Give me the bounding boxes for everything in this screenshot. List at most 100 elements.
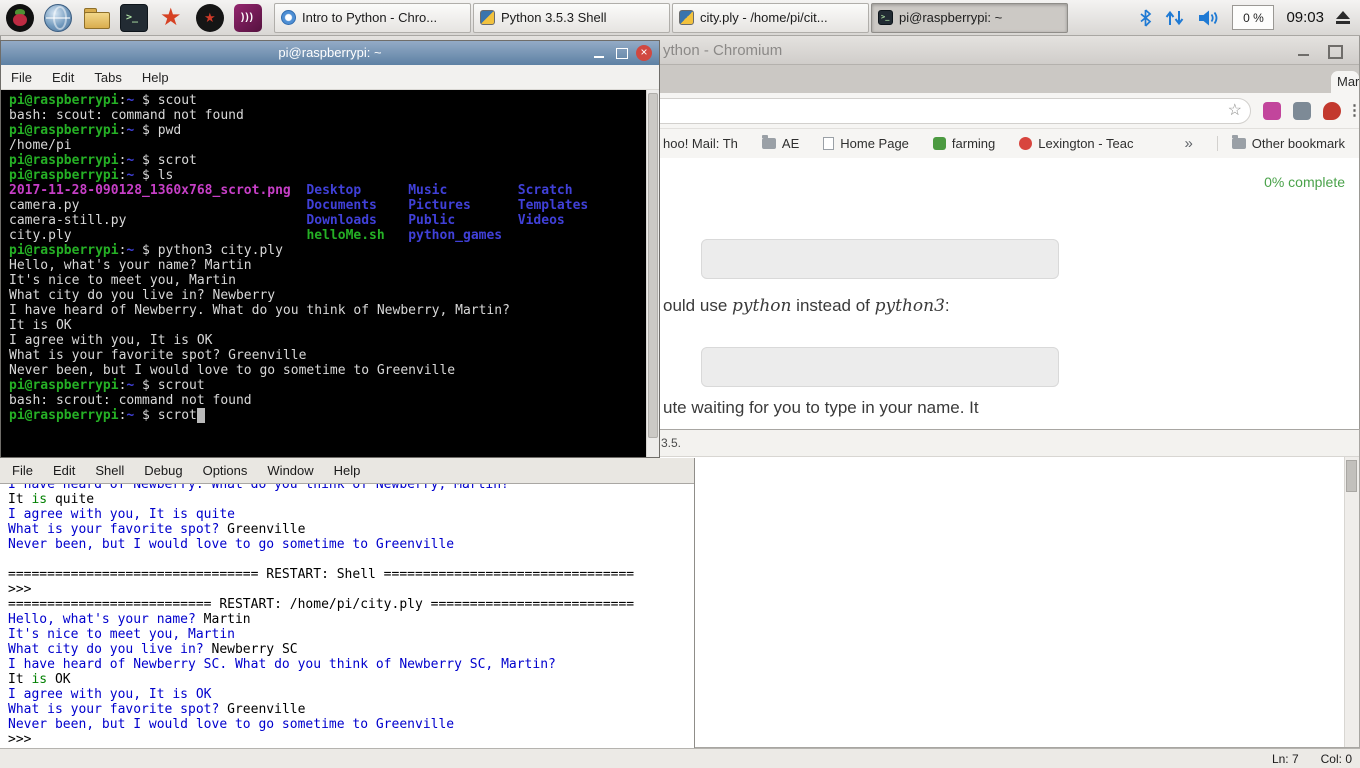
terminal-titlebar: pi@raspberrypi: ~ ×	[1, 41, 659, 65]
page-paragraph: ould use python instead of python3:	[663, 296, 950, 316]
bookmark-ae-folder[interactable]: AE	[762, 136, 799, 151]
terminal-text-area[interactable]: pi@raspberrypi:~ $ scoutbash: scout: com…	[1, 90, 659, 457]
shell-menu-file[interactable]: File	[2, 463, 43, 478]
terminal-line: bash: scrout: command not found	[9, 393, 643, 408]
cpu-monitor[interactable]: 0 %	[1232, 5, 1274, 30]
terminal-menu-help[interactable]: Help	[132, 70, 179, 85]
shell-line: What is your favorite spot? Greenville	[8, 702, 693, 717]
shell-line: Never been, but I would love to go somet…	[8, 537, 693, 552]
taskbar-window-python-shell[interactable]: Python 3.5.3 Shell	[473, 3, 670, 33]
idle-icon	[480, 10, 495, 25]
network-traffic-icon[interactable]	[1164, 9, 1186, 27]
folder-icon	[1232, 138, 1246, 149]
terminal-menu-tabs[interactable]: Tabs	[84, 70, 131, 85]
code-input-box[interactable]	[701, 239, 1059, 279]
terminal-line: bash: scout: command not found	[9, 108, 643, 123]
course-progress: 0% complete	[1264, 174, 1345, 190]
shell-text-area[interactable]: I have heard of Newberry. What do you th…	[0, 484, 693, 748]
raspberry-menu-launcher[interactable]	[6, 4, 34, 32]
terminal-line: pi@raspberrypi:~ $ scrout	[9, 378, 643, 393]
bookmark-other-bookmarks[interactable]: Other bookmark	[1217, 136, 1345, 151]
terminal-menu-edit[interactable]: Edit	[42, 70, 84, 85]
shell-line: I have heard of Newberry SC. What do you…	[8, 657, 693, 672]
red-icon	[1019, 137, 1032, 150]
terminal-menubar: FileEditTabsHelp	[1, 65, 659, 90]
terminal-maximize-button[interactable]	[613, 45, 629, 61]
sonic-pi-launcher[interactable]	[234, 4, 262, 32]
launcher-icons	[0, 4, 262, 32]
taskbar-window-chromium-intro-to-python[interactable]: Intro to Python - Chro...	[274, 3, 471, 33]
terminal-line: I agree with you, It is OK	[9, 333, 643, 348]
bookmark-overflow-chevron[interactable]: »	[1184, 135, 1192, 152]
shell-menubar: FileEditShellDebugOptionsWindowHelp	[0, 458, 694, 484]
editor-titlebar: 3.5.	[655, 430, 1359, 457]
shell-line: I agree with you, It is quite	[8, 507, 693, 522]
mathematica-launcher[interactable]	[158, 4, 186, 32]
extension-icon[interactable]	[1293, 102, 1311, 120]
shell-menu-shell[interactable]: Shell	[85, 463, 134, 478]
terminal-launcher[interactable]	[120, 4, 148, 32]
chromium-minimize-button[interactable]	[1297, 44, 1311, 57]
shell-line: What is your favorite spot? Greenville	[8, 522, 693, 537]
bookmark-star-icon[interactable]: ☆	[1228, 101, 1242, 121]
shell-menu-options[interactable]: Options	[193, 463, 258, 478]
shell-menu-help[interactable]: Help	[324, 463, 371, 478]
terminal-line: pi@raspberrypi:~ $ pwd	[9, 123, 643, 138]
terminal-window: pi@raspberrypi: ~ × FileEditTabsHelp pi@…	[0, 40, 660, 458]
shell-line: Never been, but I would love to go somet…	[8, 717, 693, 732]
terminal-menu-file[interactable]: File	[1, 70, 42, 85]
terminal-line: It is OK	[9, 318, 643, 333]
extension-icon[interactable]	[1263, 102, 1281, 120]
shell-menu-debug[interactable]: Debug	[134, 463, 192, 478]
bookmark-lexington[interactable]: Lexington - Teac	[1019, 136, 1133, 151]
green-icon	[933, 137, 946, 150]
chromium-maximize-button[interactable]	[1327, 44, 1341, 57]
eject-bar	[1336, 21, 1350, 24]
terminal-line: Hello, what's your name? Martin	[9, 258, 643, 273]
bluetooth-icon[interactable]	[1139, 9, 1152, 27]
editor-scrollbar[interactable]	[1344, 457, 1359, 747]
python-shell-window: FileEditShellDebugOptionsWindowHelp I ha…	[0, 458, 695, 748]
terminal-close-button[interactable]: ×	[636, 45, 652, 61]
editor-title-fragment: 3.5.	[661, 436, 681, 450]
chromium-icon	[281, 10, 296, 25]
browser-menu-icon[interactable]: ⋮	[1347, 101, 1360, 119]
bookmark-farming[interactable]: farming	[933, 136, 995, 151]
shell-menu-window[interactable]: Window	[257, 463, 323, 478]
shell-line: I have heard of Newberry. What do you th…	[8, 484, 693, 492]
terminal-line: pi@raspberrypi:~ $ ls	[9, 168, 643, 183]
shell-menu-edit[interactable]: Edit	[43, 463, 85, 478]
shell-line: Hello, what's your name? Martin	[8, 612, 693, 627]
scrollbar-thumb[interactable]	[1346, 460, 1357, 492]
volume-icon[interactable]	[1198, 9, 1220, 27]
clock[interactable]: 09:03	[1286, 9, 1324, 26]
terminal-minimize-button[interactable]	[591, 45, 607, 61]
folder-icon	[762, 138, 776, 149]
shell-line: >>>	[8, 732, 693, 747]
shell-line: It is quite	[8, 492, 693, 507]
wolfram-launcher[interactable]	[196, 4, 224, 32]
terminal-output: pi@raspberrypi:~ $ scoutbash: scout: com…	[1, 90, 659, 423]
eject-icon[interactable]	[1336, 11, 1350, 24]
scrollbar-thumb[interactable]	[648, 93, 658, 438]
terminal-line: pi@raspberrypi:~ $ scout	[9, 93, 643, 108]
shell-line: >>>	[8, 582, 693, 597]
shell-line: ========================== RESTART: /hom…	[8, 597, 693, 612]
web-browser-launcher[interactable]	[44, 4, 72, 32]
idle-editor-window: 3.5.	[654, 429, 1360, 748]
adblock-extension-icon[interactable]	[1323, 102, 1341, 120]
code-input-box[interactable]	[701, 347, 1059, 387]
taskbar-window-city-ply-editor[interactable]: city.ply - /home/pi/cit...	[672, 3, 869, 33]
shell-line: It is OK	[8, 672, 693, 687]
page-paragraph: ute waiting for you to type in your name…	[663, 398, 979, 418]
shell-line: I agree with you, It is OK	[8, 687, 693, 702]
editor-text-area[interactable]	[655, 457, 1344, 747]
taskbar-window-terminal[interactable]: pi@raspberrypi: ~	[871, 3, 1068, 33]
bookmark-home-page[interactable]: Home Page	[823, 136, 909, 151]
chromium-tab[interactable]: Marti	[1331, 71, 1359, 93]
file-manager-launcher[interactable]	[82, 4, 110, 32]
terminal-scrollbar[interactable]	[646, 90, 659, 457]
terminal-line: camera.py Documents Pictures Templates	[9, 198, 643, 213]
editor-statusbar: Ln: 7 Col: 0	[0, 748, 1360, 768]
bookmark-yahoo-mail[interactable]: hoo! Mail: Th	[663, 136, 738, 151]
